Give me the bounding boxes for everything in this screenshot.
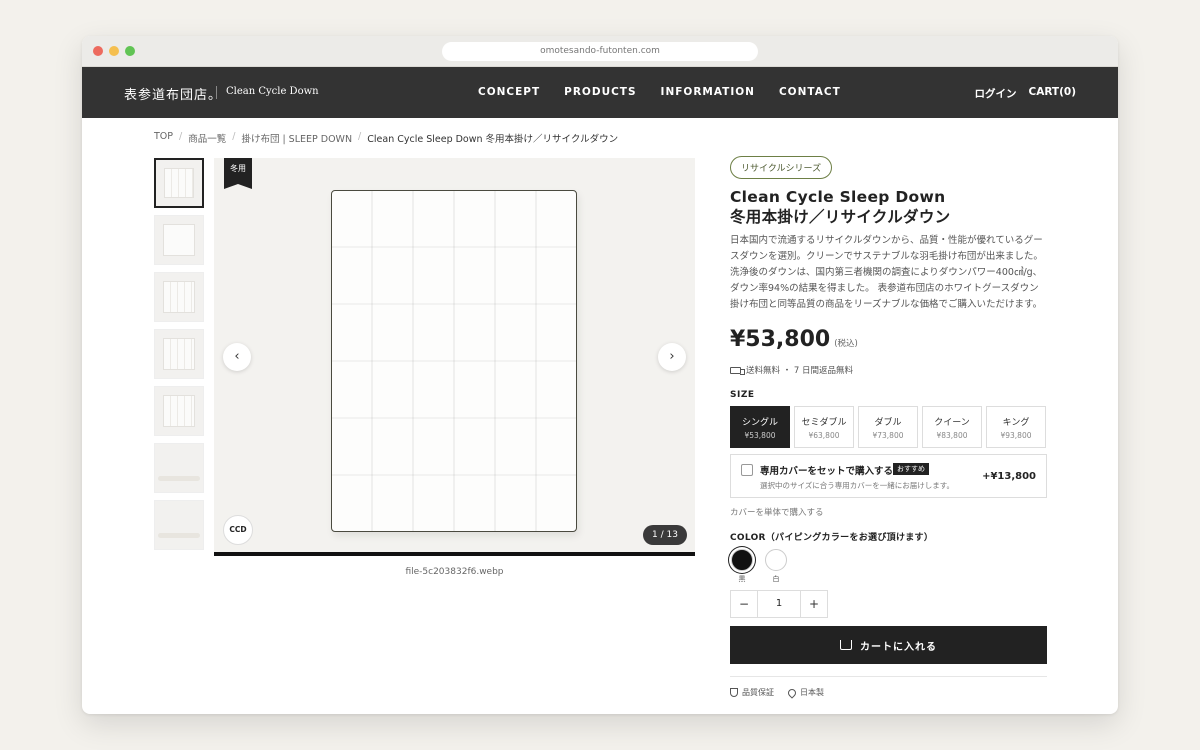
color-label: COLOR（パイピングカラーをお選び頂けます）	[730, 533, 934, 543]
add-to-cart-button[interactable]: カートに入れる	[730, 626, 1047, 664]
product-title: Clean Cycle Sleep Down 冬用本掛け／リサイクルダウン	[730, 187, 1046, 227]
browser-window: omotesando-futonten.com 表参道布団店。 Clean Cy…	[82, 36, 1118, 714]
maximize-window-icon[interactable]	[125, 46, 135, 56]
main-menu: CONCEPT PRODUCTS INFORMATION CONTACT	[478, 86, 841, 98]
thumbnail-2[interactable]	[154, 215, 204, 265]
cart-link[interactable]: CART(0)	[1028, 86, 1076, 101]
thumbnail-6[interactable]	[154, 443, 204, 493]
color-option-black[interactable]: 黒	[730, 549, 754, 584]
trust-badges: 品質保証 日本製	[730, 686, 1046, 699]
ccd-logo-mark: CCD	[223, 515, 253, 545]
tax-note: (税込)	[834, 339, 858, 349]
browser-chrome: omotesando-futonten.com	[82, 36, 1118, 67]
cover-addon-option[interactable]: 専用カバーをセットで購入する おすすめ 選択中のサイズに合う専用カバーを一緒にお…	[730, 454, 1047, 498]
size-option-single[interactable]: シングル ¥53,800	[730, 406, 790, 448]
cover-checkbox[interactable]	[741, 464, 753, 476]
color-selector: 黒 白	[730, 549, 1046, 584]
breadcrumb-products[interactable]: 商品一覧	[188, 131, 226, 145]
truck-icon	[730, 366, 745, 375]
size-option-king[interactable]: キング ¥93,800	[986, 406, 1046, 448]
thumbnail-7[interactable]	[154, 500, 204, 550]
product-info: リサイクルシリーズ Clean Cycle Sleep Down 冬用本掛け／リ…	[730, 156, 1047, 699]
close-window-icon[interactable]	[93, 46, 103, 56]
size-label: SIZE	[730, 390, 755, 400]
color-option-white[interactable]: 白	[764, 549, 788, 584]
series-tag[interactable]: リサイクルシリーズ	[730, 156, 833, 179]
color-name: 黒	[738, 575, 746, 583]
site-header: 表参道布団店。 Clean Cycle Down CONCEPT PRODUCT…	[82, 67, 1118, 118]
nav-concept[interactable]: CONCEPT	[478, 86, 540, 98]
cover-only-link[interactable]: カバーを単体で購入する	[730, 506, 1046, 518]
address-bar[interactable]: omotesando-futonten.com	[442, 42, 758, 61]
quantity-stepper: − 1 +	[730, 590, 828, 618]
breadcrumb-separator: /	[358, 131, 362, 142]
product-image	[331, 190, 577, 532]
logo-en[interactable]: Clean Cycle Down	[226, 86, 319, 97]
quantity-value[interactable]: 1	[757, 591, 801, 617]
next-image-button[interactable]: ›	[658, 343, 686, 371]
price-row: ¥53,800 (税込)	[730, 327, 1046, 352]
product-description: 日本国内で流通するリサイクルダウンから、品質・性能が優れているグースダウンを選別…	[730, 235, 1043, 310]
breadcrumb: TOP / 商品一覧 / 掛け布団 | SLEEP DOWN / Clean C…	[154, 131, 618, 145]
breadcrumb-separator: /	[179, 131, 183, 142]
size-selector: シングル ¥53,800 セミダブル ¥63,800 ダブル ¥73,800 ク…	[730, 406, 1046, 448]
thumbnail-4[interactable]	[154, 329, 204, 379]
increase-quantity-button[interactable]: +	[801, 591, 827, 617]
shipping-info: 送料無料 ・ 7 日間返品無料	[730, 364, 1046, 376]
size-option-semi-double[interactable]: セミダブル ¥63,800	[794, 406, 854, 448]
location-pin-icon	[786, 686, 798, 699]
divider	[730, 676, 1047, 677]
add-to-cart-label: カートに入れる	[860, 641, 937, 653]
thumbnail-3[interactable]	[154, 272, 204, 322]
logo-divider	[216, 86, 217, 99]
cover-title: 専用カバーをセットで購入する	[760, 466, 894, 477]
logo-jp[interactable]: 表参道布団店。	[124, 84, 222, 103]
product-image-viewer: 冬用 ‹ › CCD 1 / 13	[214, 158, 695, 556]
decrease-quantity-button[interactable]: −	[731, 591, 757, 617]
nav-contact[interactable]: CONTACT	[779, 86, 841, 98]
cart-icon	[840, 640, 852, 650]
cover-description: 選択中のサイズに合う専用カバーを一緒にお届けします。	[760, 481, 955, 490]
thumbnail-5[interactable]	[154, 386, 204, 436]
product-title-jp: 冬用本掛け／リサイクルダウン	[730, 208, 951, 226]
breadcrumb-separator: /	[232, 131, 236, 142]
image-counter: 1 / 13	[643, 525, 687, 545]
breadcrumb-top[interactable]: TOP	[154, 131, 173, 145]
image-file-caption: file-5c203832f6.webp	[405, 567, 504, 577]
nav-information[interactable]: INFORMATION	[661, 86, 755, 98]
size-option-queen[interactable]: クイーン ¥83,800	[922, 406, 982, 448]
viewer-progress-bar	[214, 552, 695, 556]
white-swatch[interactable]	[765, 549, 787, 571]
header-actions: ログイン CART(0)	[974, 86, 1076, 101]
shield-icon	[730, 688, 738, 697]
black-swatch[interactable]	[731, 549, 753, 571]
thumbnail-list	[154, 158, 204, 557]
thumbnail-1[interactable]	[154, 158, 204, 208]
prev-image-button[interactable]: ‹	[223, 343, 251, 371]
product-price: ¥53,800	[730, 327, 831, 352]
product-title-en: Clean Cycle Sleep Down	[730, 188, 946, 206]
quality-badge: 品質保証	[730, 687, 774, 698]
color-name: 白	[772, 575, 780, 583]
minimize-window-icon[interactable]	[109, 46, 119, 56]
login-link[interactable]: ログイン	[974, 86, 1016, 101]
size-option-double[interactable]: ダブル ¥73,800	[858, 406, 918, 448]
recommended-badge: おすすめ	[893, 463, 929, 475]
season-badge: 冬用	[224, 158, 252, 189]
breadcrumb-category[interactable]: 掛け布団 | SLEEP DOWN	[241, 131, 352, 145]
made-in-japan-badge: 日本製	[786, 686, 824, 699]
cover-price: +¥13,800	[982, 471, 1036, 482]
breadcrumb-current: Clean Cycle Sleep Down 冬用本掛け／リサイクルダウン	[367, 134, 619, 145]
shipping-text: 送料無料 ・ 7 日間返品無料	[746, 366, 854, 376]
nav-products[interactable]: PRODUCTS	[564, 86, 636, 98]
